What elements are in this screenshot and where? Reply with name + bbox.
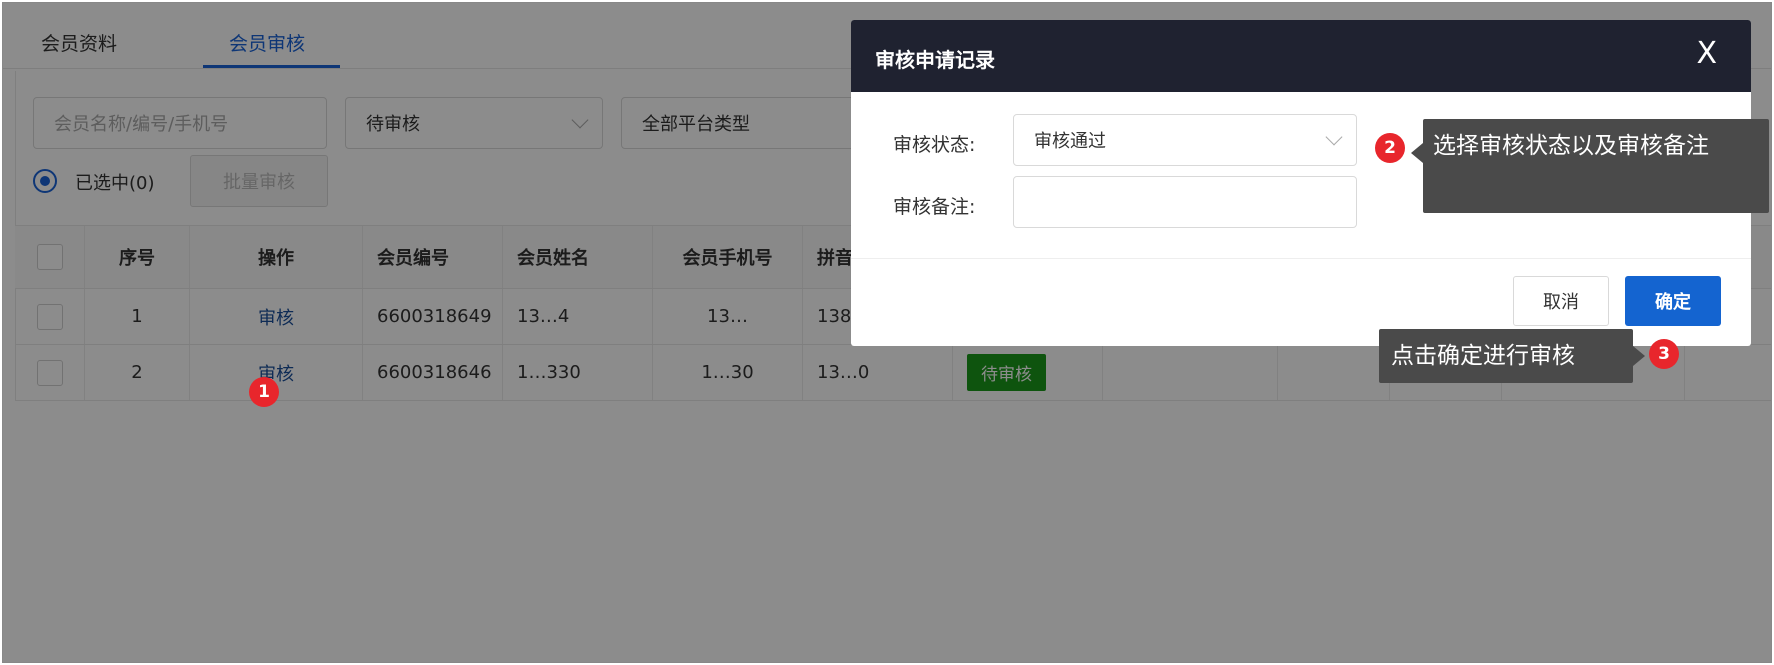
review-remark-label: 审核备注: [893,196,976,218]
review-status-select[interactable]: 审核通过 [1013,114,1357,166]
review-remark-input[interactable] [1013,176,1357,228]
cancel-button[interactable]: 取消 [1513,276,1609,326]
step-3-tooltip: 点击确定进行审核 [1379,329,1645,383]
step-2-tooltip: 选择审核状态以及审核备注 [1411,119,1769,213]
review-status-label: 审核状态: [893,134,976,156]
dialog-title: 审核申请记录 [875,48,995,72]
step-marker-1: 1 [249,377,279,407]
chevron-down-icon [1325,128,1343,146]
dialog-header: 审核申请记录 X [851,20,1751,92]
close-icon[interactable]: X [1696,36,1717,71]
step-marker-3: 3 [1649,339,1679,369]
review-status-value: 审核通过 [1034,131,1106,152]
confirm-button[interactable]: 确定 [1625,276,1721,326]
app-frame: 会员资料 会员审核 会员名称/编号/手机号 待审核 全部平台类型 已选中(0) … [2,2,1772,663]
step-marker-2: 2 [1375,133,1405,163]
dialog-divider [851,258,1751,259]
